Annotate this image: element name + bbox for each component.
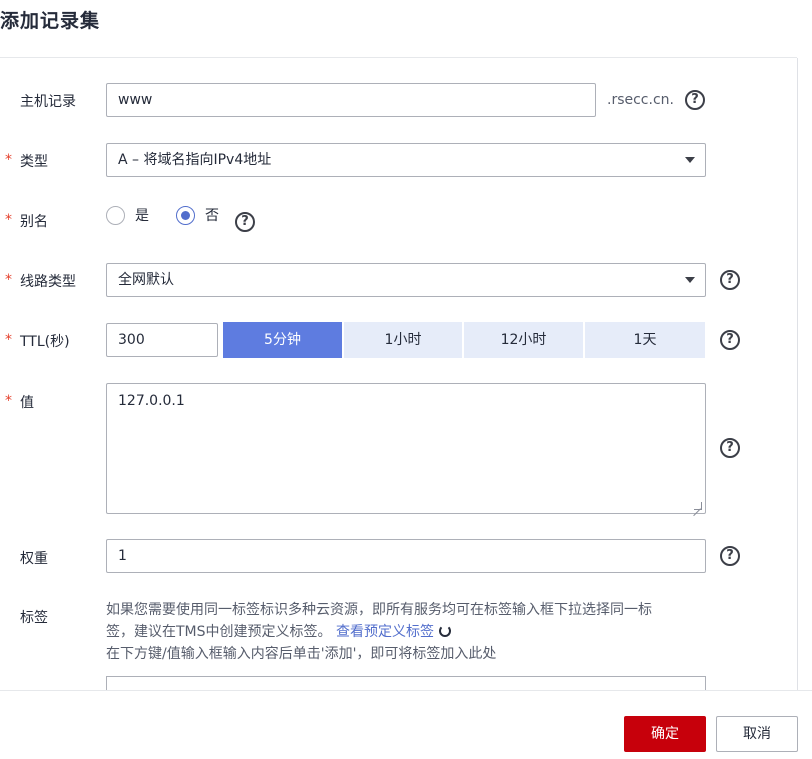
ttl-input[interactable]: 300 bbox=[106, 323, 218, 357]
host-record-label: 主机记录 bbox=[20, 94, 76, 110]
tags-info-line2: 签，建议在TMS中创建预定义标签。 查看预定义标签 bbox=[106, 621, 706, 643]
refresh-icon[interactable] bbox=[438, 625, 451, 637]
tags-info-line2-text: 签，建议在TMS中创建预定义标签。 bbox=[106, 624, 332, 640]
alias-no-label[interactable]: 否 bbox=[205, 205, 219, 225]
line-type-select[interactable]: 全网默认 bbox=[106, 263, 706, 297]
footer-divider bbox=[0, 690, 812, 691]
cancel-button[interactable]: 取消 bbox=[716, 716, 798, 752]
ttl-label: TTL(秒) bbox=[20, 334, 70, 350]
value-help-icon[interactable]: ? bbox=[720, 438, 740, 458]
ttl-preset-5min[interactable]: 5分钟 bbox=[223, 322, 342, 358]
resize-handle-icon[interactable] bbox=[694, 502, 702, 510]
line-type-label: 线路类型 bbox=[20, 274, 76, 290]
type-select[interactable]: A – 将域名指向IPv4地址 bbox=[106, 143, 706, 177]
type-required-mark: * bbox=[5, 152, 12, 168]
header-divider bbox=[0, 57, 797, 58]
alias-yes-label[interactable]: 是 bbox=[135, 205, 149, 225]
line-type-select-value: 全网默认 bbox=[118, 272, 174, 288]
alias-yes-radio[interactable] bbox=[106, 206, 125, 225]
host-record-help-icon[interactable]: ? bbox=[685, 90, 705, 110]
alias-help-icon[interactable]: ? bbox=[235, 212, 255, 232]
value-label: 值 bbox=[20, 395, 34, 411]
ttl-preset-12h[interactable]: 12小时 bbox=[464, 322, 583, 358]
tags-info: 如果您需要使用同一标签标识多种云资源，即所有服务均可在标签输入框下拉选择同一标 … bbox=[106, 599, 706, 665]
value-textarea-text: 127.0.0.1 bbox=[118, 393, 185, 409]
caret-down-icon bbox=[685, 157, 695, 163]
ttl-help-icon[interactable]: ? bbox=[720, 330, 740, 350]
domain-suffix: .rsecc.cn. bbox=[607, 92, 674, 108]
value-textarea[interactable]: 127.0.0.1 bbox=[106, 383, 706, 514]
type-label: 类型 bbox=[20, 154, 48, 170]
weight-help-icon[interactable]: ? bbox=[720, 546, 740, 566]
view-predefined-tags-link[interactable]: 查看预定义标签 bbox=[336, 624, 434, 640]
tags-info-line3: 在下方键/值输入框输入内容后单击'添加'，即可将标签加入此处 bbox=[106, 646, 497, 662]
caret-down-icon bbox=[685, 277, 695, 283]
tags-info-line1: 如果您需要使用同一标签标识多种云资源，即所有服务均可在标签输入框下拉选择同一标 bbox=[106, 602, 652, 618]
weight-label: 权重 bbox=[20, 551, 48, 567]
weight-input[interactable]: 1 bbox=[106, 539, 706, 573]
value-required-mark: * bbox=[5, 393, 12, 409]
type-select-value: A – 将域名指向IPv4地址 bbox=[118, 152, 272, 168]
tags-label: 标签 bbox=[20, 610, 48, 626]
ttl-required-mark: * bbox=[5, 332, 12, 348]
ttl-preset-1h[interactable]: 1小时 bbox=[344, 322, 462, 358]
line-required-mark: * bbox=[5, 272, 12, 288]
alias-required-mark: * bbox=[5, 212, 12, 228]
alias-no-radio[interactable] bbox=[176, 206, 195, 225]
confirm-button[interactable]: 确定 bbox=[624, 716, 706, 752]
alias-label: 别名 bbox=[20, 214, 48, 230]
ttl-preset-1d[interactable]: 1天 bbox=[585, 322, 705, 358]
line-type-help-icon[interactable]: ? bbox=[720, 270, 740, 290]
host-record-input[interactable]: www bbox=[106, 83, 596, 117]
scroll-area-edge bbox=[797, 58, 798, 690]
dialog-title: 添加记录集 bbox=[0, 10, 101, 32]
tag-key-input[interactable] bbox=[106, 676, 706, 690]
